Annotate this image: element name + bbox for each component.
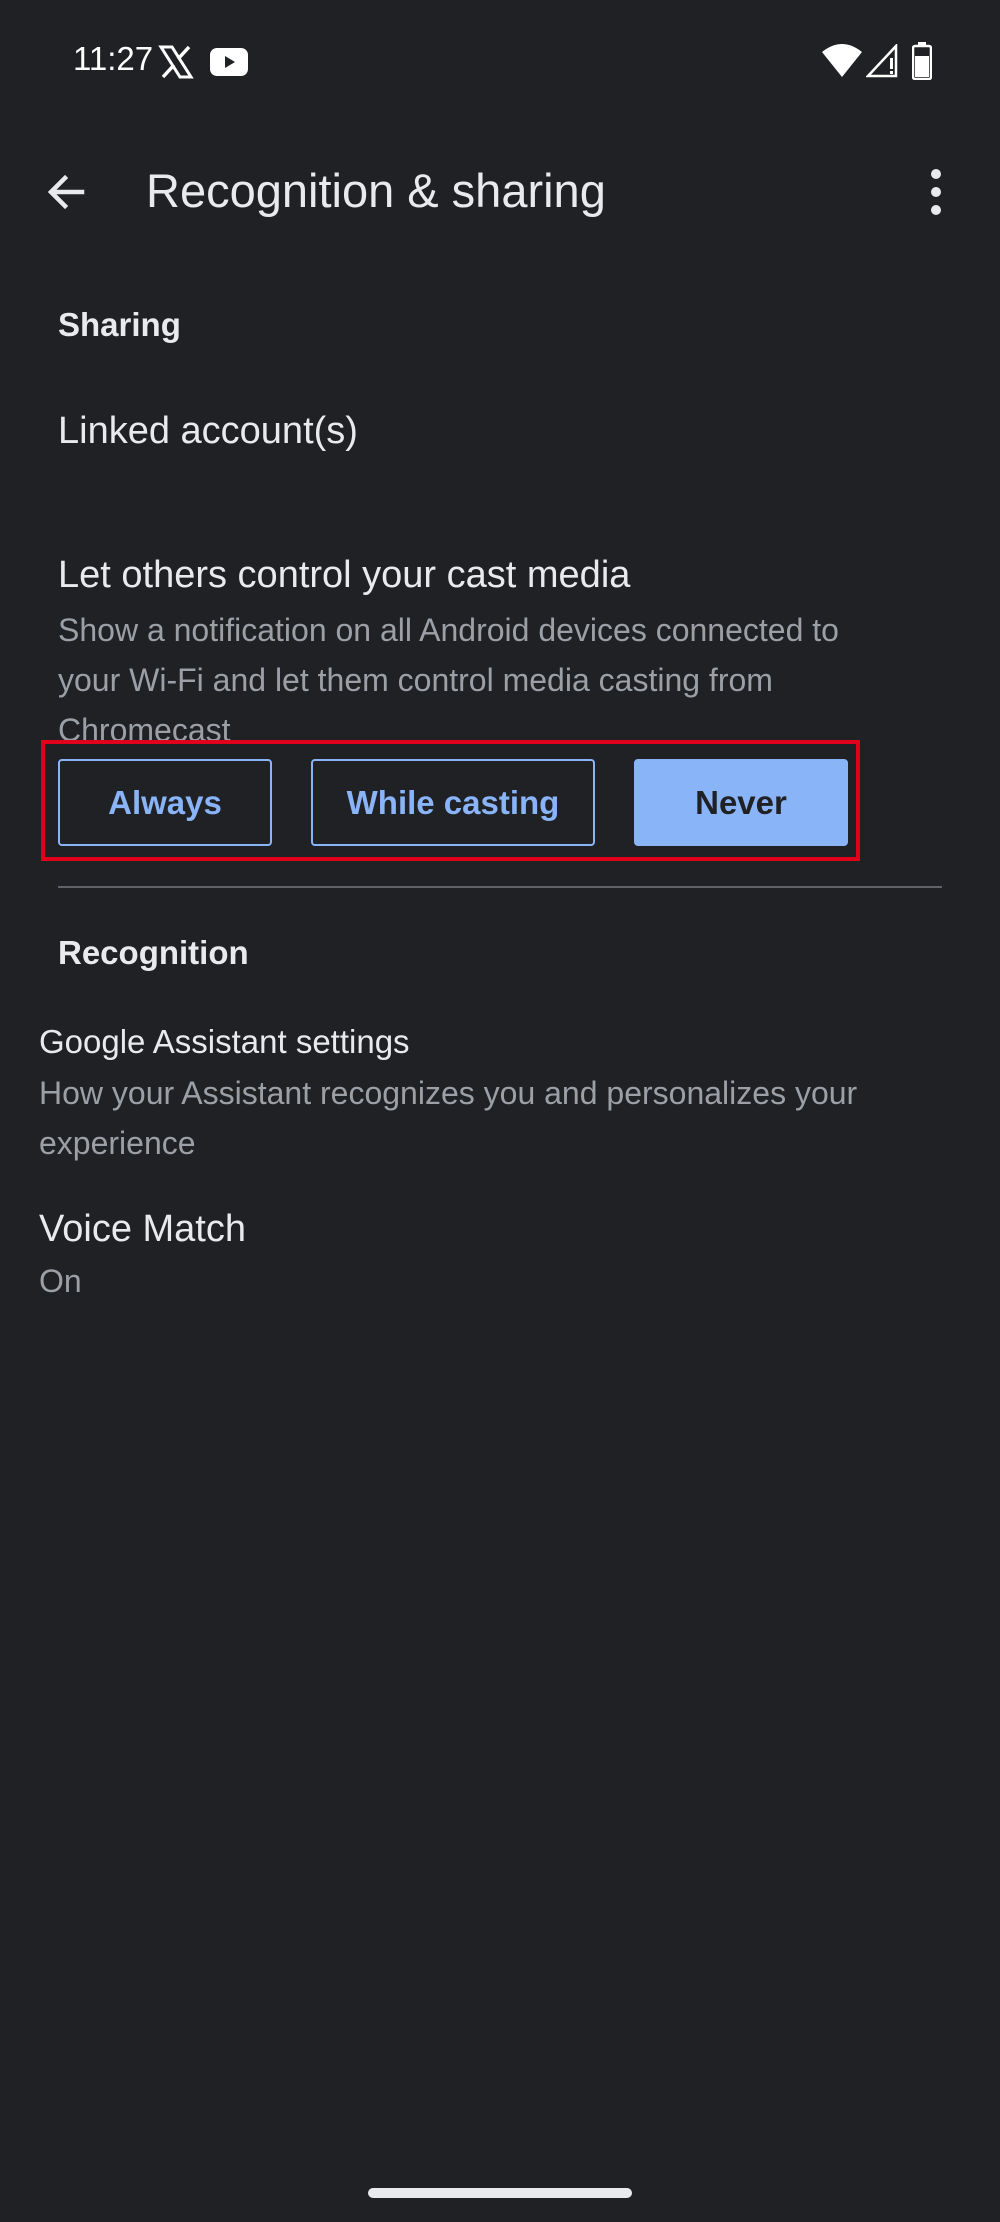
option-never-button[interactable]: Never	[634, 759, 848, 846]
youtube-icon	[210, 48, 248, 76]
cast-control-description: Show a notification on all Android devic…	[58, 612, 839, 748]
voice-match-item[interactable]: Voice Match	[39, 1208, 246, 1251]
page-title: Recognition & sharing	[146, 164, 606, 217]
x-logo-icon	[158, 45, 194, 79]
status-bar: 11:27	[0, 0, 1000, 120]
cast-control-title: Let others control your cast media	[58, 554, 631, 596]
linked-accounts-item[interactable]: Linked account(s)	[58, 410, 358, 453]
option-always-button[interactable]: Always	[58, 759, 272, 846]
screen: 11:27 Recognition & sharing Sharing Link…	[0, 0, 1000, 2222]
recognition-section-header: Recognition	[58, 934, 249, 971]
sharing-section-header: Sharing	[58, 306, 181, 343]
signal-icon	[866, 44, 898, 78]
section-divider	[58, 886, 942, 888]
assistant-settings-description: How your Assistant recognizes you and pe…	[39, 1075, 858, 1161]
wifi-icon	[822, 44, 862, 77]
back-arrow-icon[interactable]	[38, 164, 94, 220]
assistant-settings-item[interactable]: Google Assistant settings	[39, 1023, 410, 1061]
more-options-icon[interactable]	[916, 164, 956, 220]
voice-match-status: On	[39, 1263, 82, 1299]
status-time: 11:27	[73, 40, 154, 77]
gesture-nav-bar[interactable]	[368, 2188, 632, 2198]
option-while-casting-button[interactable]: While casting	[311, 759, 595, 846]
battery-icon	[912, 42, 932, 80]
